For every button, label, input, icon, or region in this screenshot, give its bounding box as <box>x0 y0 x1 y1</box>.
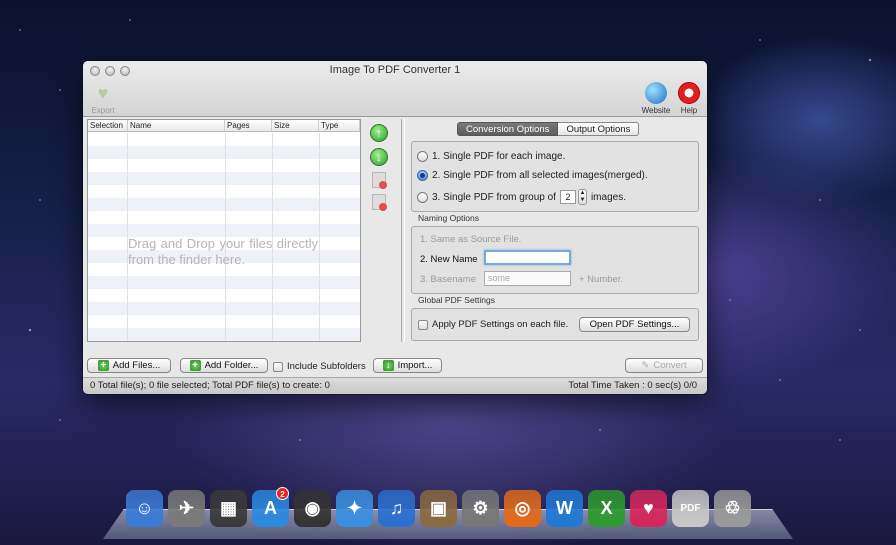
option-single-pdf-merged[interactable]: 2. Single PDF from all selected images(m… <box>417 170 648 181</box>
add-folder-button[interactable]: + Add Folder... <box>180 358 268 373</box>
plus-number-label: + Number. <box>579 274 624 285</box>
status-file-summary: 0 Total file(s); 0 file selected; Total … <box>90 380 330 391</box>
naming-options-title: Naming Options <box>418 213 479 223</box>
firefox-icon[interactable]: ◎ <box>504 490 541 527</box>
add-files-button[interactable]: + Add Files... <box>87 358 171 373</box>
system-preferences-icon[interactable]: ⚙ <box>462 490 499 527</box>
export-button[interactable]: ♥ Export <box>83 82 123 116</box>
column-pages[interactable]: Pages <box>225 120 272 131</box>
apply-settings-check[interactable] <box>418 319 428 330</box>
dock: ☺ ✈ ▦ A 2 ◉ ✦ ♫ ▣ ⚙ ◎ W X ♥ PDF ♲ <box>126 487 751 527</box>
lifebuoy-icon <box>678 82 700 104</box>
add-files-label: Add Files... <box>112 360 161 371</box>
mission-control-icon[interactable]: ▦ <box>210 490 247 527</box>
iphoto-icon[interactable]: ▣ <box>420 490 457 527</box>
include-subfolders-checkbox[interactable]: Include Subfolders <box>273 361 366 372</box>
move-up-button[interactable]: ↑ <box>370 124 388 142</box>
tab-output-options[interactable]: Output Options <box>558 122 640 136</box>
app-window: Image To PDF Converter 1 ♥ Export Websit… <box>83 61 707 394</box>
column-divider <box>319 133 320 341</box>
export-icon: ♥ <box>97 82 109 103</box>
column-type[interactable]: Type <box>319 120 360 131</box>
open-pdf-settings-button[interactable]: Open PDF Settings... <box>579 317 690 332</box>
conversion-options-box: 1. Single PDF for each image. 2. Single … <box>411 141 699 212</box>
column-selection[interactable]: Selection <box>88 120 128 131</box>
new-name-input[interactable] <box>484 250 571 265</box>
excel-icon[interactable]: X <box>588 490 625 527</box>
arrow-down-icon: ↓ <box>376 150 382 164</box>
help-label: Help <box>680 106 698 115</box>
remove-selected-button[interactable] <box>372 172 387 189</box>
import-icon: ↓ <box>382 360 394 371</box>
file-table[interactable]: Selection Name Pages Size Type Drag and … <box>87 119 361 342</box>
status-time-taken: Total Time Taken : 0 sec(s) 0/0 <box>568 380 697 391</box>
app-store-icon[interactable]: A2 <box>252 487 289 527</box>
notification-badge: 2 <box>276 487 289 500</box>
naming-basename[interactable]: 3. Basename <box>420 274 476 285</box>
apply-settings-label: Apply PDF Settings on each file. <box>432 319 569 330</box>
trash-icon[interactable]: ♲ <box>714 490 751 527</box>
plus-icon: + <box>97 360 109 371</box>
include-subfolders-label: Include Subfolders <box>287 361 366 372</box>
option-3-prefix: 3. Single PDF from group of <box>432 191 556 203</box>
option-1-label: 1. Single PDF for each image. <box>432 151 566 162</box>
arrow-up-icon: ↑ <box>376 126 382 140</box>
radio-option-1[interactable] <box>417 151 428 162</box>
group-size-value[interactable]: 2 <box>559 190 576 204</box>
stepper-arrows-icon[interactable]: ▲ ▼ <box>577 189 587 205</box>
convert-icon: ✎ <box>641 360 650 371</box>
pdf-app-icon[interactable]: PDF <box>672 490 709 527</box>
add-folder-label: Add Folder... <box>204 360 259 371</box>
help-button[interactable]: Help <box>669 82 707 115</box>
radio-option-2[interactable] <box>417 170 428 181</box>
import-button[interactable]: ↓ Import... <box>373 358 442 373</box>
column-name[interactable]: Name <box>128 120 225 131</box>
basename-input[interactable]: some <box>484 271 571 286</box>
plus-icon: + <box>189 360 201 371</box>
naming-same-as-source[interactable]: 1. Same as Source File. <box>420 234 521 245</box>
option-single-pdf-group[interactable]: 3. Single PDF from group of 2 ▲ ▼ images. <box>417 189 626 205</box>
move-down-button[interactable]: ↓ <box>370 148 388 166</box>
status-bar: 0 Total file(s); 0 file selected; Total … <box>83 377 707 394</box>
heart-app-icon[interactable]: ♥ <box>630 490 667 527</box>
title-bar: Image To PDF Converter 1 ♥ Export Websit… <box>83 61 707 117</box>
option-2-label: 2. Single PDF from all selected images(m… <box>432 170 648 181</box>
reorder-controls: ↑ ↓ <box>365 119 393 342</box>
column-size[interactable]: Size <box>272 120 319 131</box>
options-panel: Conversion Options Output Options 1. Sin… <box>407 119 703 342</box>
radio-option-3[interactable] <box>417 191 428 203</box>
global-pdf-settings-box: Global PDF Settings Apply PDF Settings o… <box>411 295 699 341</box>
naming-options-box: Naming Options 1. Same as Source File. 2… <box>411 213 699 294</box>
options-tabs: Conversion Options Output Options <box>457 122 640 136</box>
safari-icon[interactable]: ✦ <box>336 490 373 527</box>
export-label: Export <box>91 106 115 115</box>
apply-pdf-settings-checkbox[interactable]: Apply PDF Settings on each file. <box>418 319 568 330</box>
global-settings-title: Global PDF Settings <box>418 295 496 305</box>
table-header: Selection Name Pages Size Type <box>88 120 360 132</box>
word-icon[interactable]: W <box>546 490 583 527</box>
drop-hint: Drag and Drop your files directly from t… <box>128 236 318 267</box>
option-single-pdf-each[interactable]: 1. Single PDF for each image. <box>417 151 565 162</box>
convert-label: Convert <box>653 360 687 371</box>
finder-icon[interactable]: ☺ <box>126 490 163 527</box>
launchpad-icon[interactable]: ✈ <box>168 490 205 527</box>
naming-new-name[interactable]: 2. New Name <box>420 254 478 265</box>
bottom-toolbar: + Add Files... + Add Folder... Include S… <box>83 356 707 376</box>
split-view-divider[interactable] <box>401 119 405 342</box>
convert-button[interactable]: ✎ Convert <box>625 358 703 373</box>
tab-conversion-options[interactable]: Conversion Options <box>457 122 559 136</box>
remove-all-button[interactable] <box>372 194 387 211</box>
window-title: Image To PDF Converter 1 <box>329 64 461 76</box>
import-label: Import... <box>397 360 433 371</box>
table-body[interactable]: Drag and Drop your files directly from t… <box>88 133 360 341</box>
globe-icon <box>645 82 667 104</box>
group-size-stepper[interactable]: 2 ▲ ▼ <box>559 189 587 205</box>
itunes-icon[interactable]: ♫ <box>378 490 415 527</box>
option-3-suffix: images. <box>590 191 626 203</box>
include-subfolders-check[interactable] <box>273 361 283 372</box>
dashboard-icon[interactable]: ◉ <box>294 490 331 527</box>
